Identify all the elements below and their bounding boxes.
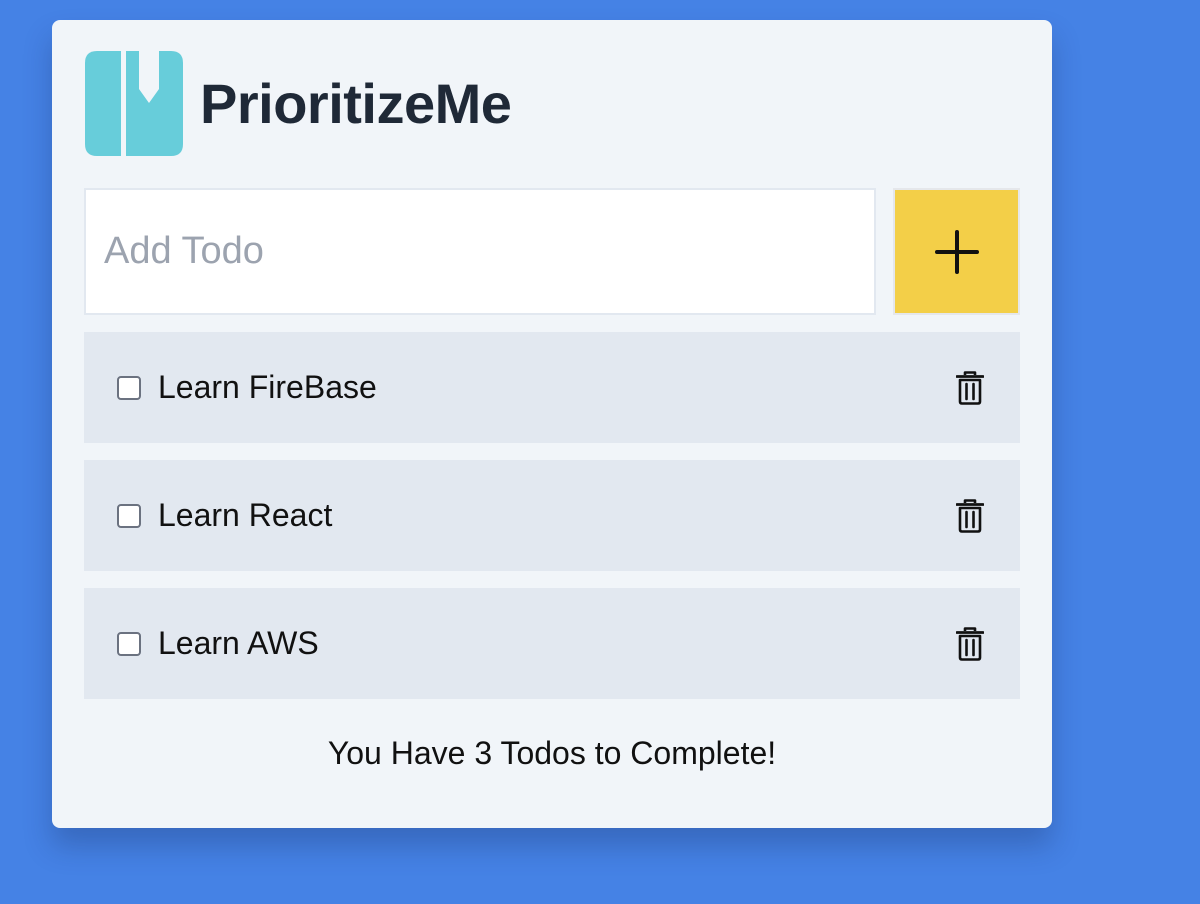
delete-todo-button[interactable] (952, 497, 988, 535)
plus-icon (934, 229, 979, 274)
todo-label: Learn AWS (158, 625, 319, 661)
todo-list: Learn FireBase Learn React Learn AWS (84, 332, 1020, 716)
add-todo-button[interactable] (893, 188, 1020, 315)
delete-todo-button[interactable] (952, 625, 988, 663)
todo-checkbox[interactable] (117, 632, 141, 656)
trash-icon (956, 371, 984, 405)
todo-item: Learn FireBase (84, 332, 1020, 443)
todo-card: PrioritizeMe Learn FireBase L (52, 20, 1052, 828)
delete-todo-button[interactable] (952, 369, 988, 407)
todo-label: Learn React (158, 497, 333, 533)
trash-icon (956, 627, 984, 661)
add-todo-row (84, 188, 1020, 315)
bookmark-logo-icon (85, 51, 183, 156)
todo-label: Learn FireBase (158, 369, 377, 405)
app-title: PrioritizeMe (200, 72, 512, 135)
app-header: PrioritizeMe (85, 51, 512, 156)
add-todo-input[interactable] (84, 188, 876, 315)
todo-checkbox[interactable] (117, 376, 141, 400)
todo-count-message: You Have 3 Todos to Complete! (327, 735, 777, 771)
todo-item: Learn React (84, 460, 1020, 571)
todo-item: Learn AWS (84, 588, 1020, 699)
todo-checkbox[interactable] (117, 504, 141, 528)
trash-icon (956, 499, 984, 533)
